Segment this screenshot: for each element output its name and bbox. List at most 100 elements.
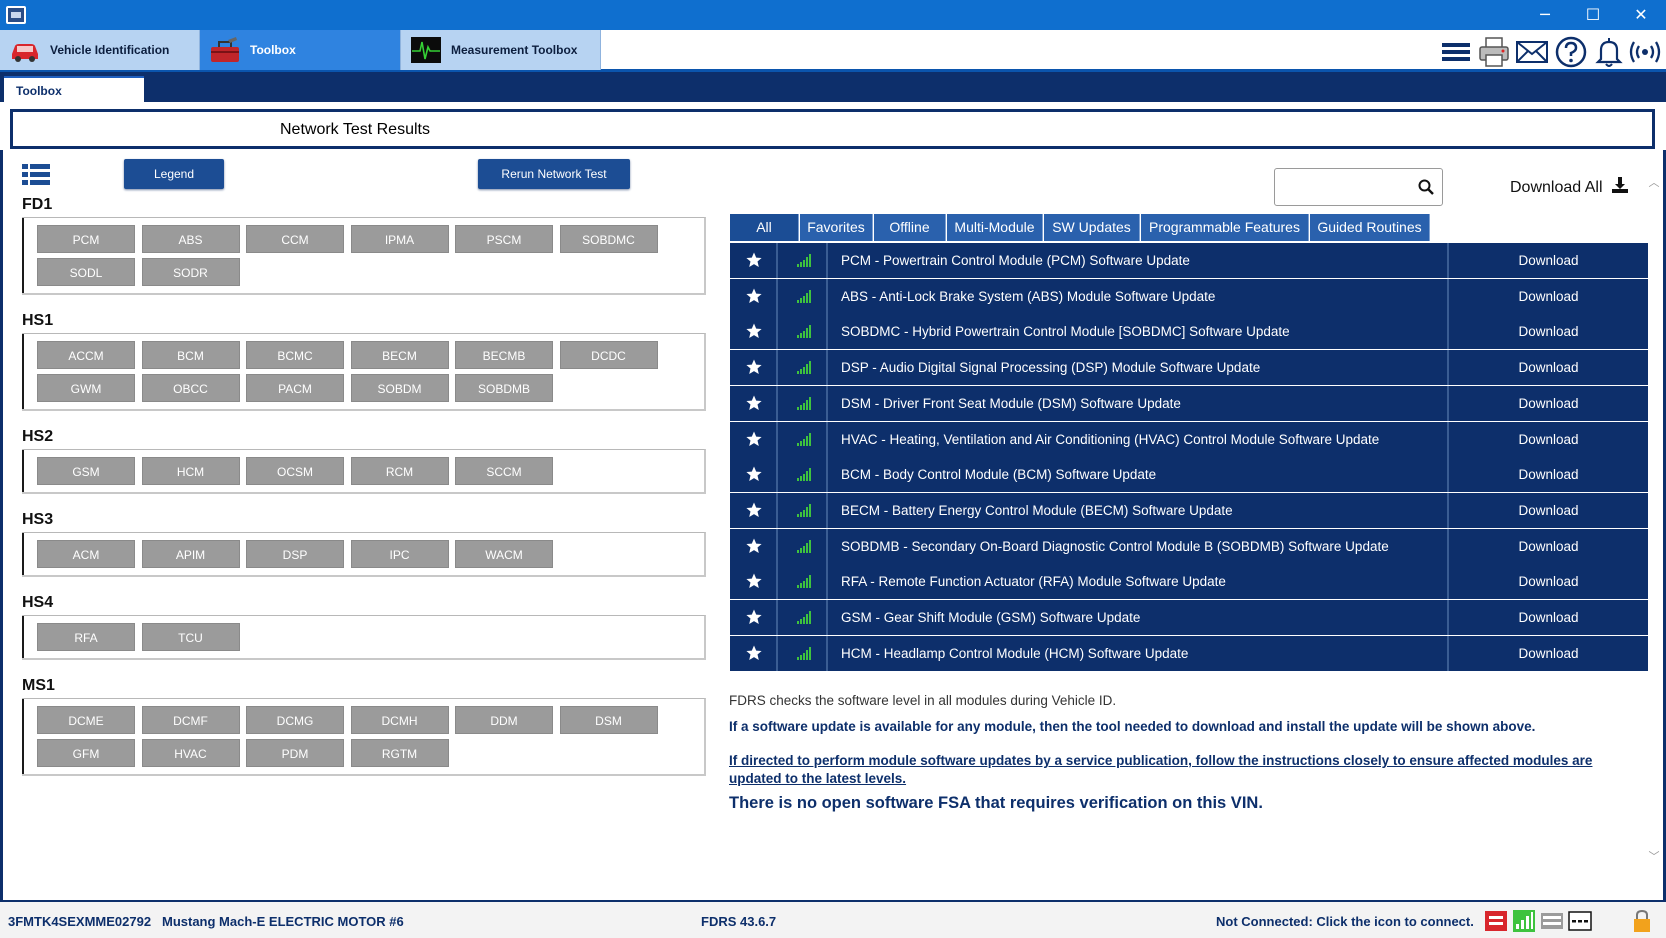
- favorite-toggle[interactable]: [730, 564, 778, 599]
- service-publication-link[interactable]: If directed to perform module software u…: [729, 752, 1631, 788]
- favorite-toggle[interactable]: [730, 636, 778, 671]
- favorite-toggle[interactable]: [730, 493, 778, 528]
- favorite-toggle[interactable]: [730, 386, 778, 421]
- module-button[interactable]: DCME: [37, 706, 135, 734]
- module-button[interactable]: APIM: [141, 540, 240, 568]
- module-button[interactable]: BECM: [350, 341, 449, 369]
- module-button[interactable]: DCMH: [350, 706, 449, 734]
- download-button[interactable]: Download: [1447, 636, 1648, 671]
- download-button[interactable]: Download: [1447, 243, 1648, 278]
- module-button[interactable]: BCM: [141, 341, 240, 369]
- filter-tab-offline[interactable]: Offline: [874, 214, 946, 241]
- signal-indicator: [780, 457, 828, 492]
- rerun-network-test-button[interactable]: Rerun Network Test: [478, 159, 630, 189]
- module-button[interactable]: ACCM: [37, 341, 135, 369]
- filter-tab-all[interactable]: All: [730, 214, 799, 241]
- module-button[interactable]: DSP: [246, 540, 344, 568]
- maximize-button[interactable]: ☐: [1570, 0, 1616, 30]
- module-button[interactable]: GWM: [37, 374, 135, 402]
- module-button[interactable]: PCM: [37, 225, 135, 253]
- download-button[interactable]: Download: [1447, 457, 1648, 492]
- favorite-toggle[interactable]: [730, 422, 778, 457]
- close-button[interactable]: ✕: [1618, 0, 1664, 30]
- download-button[interactable]: Download: [1447, 529, 1648, 564]
- lock-icon[interactable]: [1630, 909, 1654, 933]
- download-button[interactable]: Download: [1447, 386, 1648, 421]
- module-button[interactable]: SODL: [37, 258, 135, 286]
- download-button[interactable]: Download: [1447, 564, 1648, 599]
- favorite-toggle[interactable]: [730, 314, 778, 349]
- module-button[interactable]: DCMG: [246, 706, 344, 734]
- wireless-icon[interactable]: [1628, 35, 1662, 69]
- module-button[interactable]: RGTM: [350, 739, 449, 767]
- download-button[interactable]: Download: [1447, 314, 1648, 349]
- module-button[interactable]: DSM: [559, 706, 658, 734]
- network-box-edge: [22, 334, 24, 409]
- search-input[interactable]: [1281, 177, 1411, 197]
- bell-icon[interactable]: [1592, 35, 1626, 69]
- favorite-toggle[interactable]: [730, 457, 778, 492]
- module-button[interactable]: CCM: [246, 225, 344, 253]
- module-button[interactable]: SODR: [141, 258, 240, 286]
- vci-connect-icon[interactable]: [1484, 909, 1508, 933]
- module-button[interactable]: DDM: [455, 706, 553, 734]
- filter-tab-favorites[interactable]: Favorites: [800, 214, 873, 241]
- module-button[interactable]: BCMC: [246, 341, 344, 369]
- menu-icon[interactable]: [1439, 35, 1473, 69]
- download-button[interactable]: Download: [1447, 350, 1648, 385]
- scroll-down-arrow[interactable]: ﹀: [1647, 848, 1661, 863]
- network-box-edge: [22, 533, 24, 575]
- module-button[interactable]: GFM: [37, 739, 135, 767]
- printer-icon[interactable]: [1477, 35, 1511, 69]
- module-button[interactable]: IPC: [350, 540, 449, 568]
- module-button[interactable]: TCU: [141, 623, 240, 651]
- module-button[interactable]: SOBDMB: [455, 374, 553, 402]
- mail-icon[interactable]: [1515, 35, 1549, 69]
- download-button[interactable]: Download: [1447, 422, 1648, 457]
- favorite-toggle[interactable]: [730, 600, 778, 635]
- module-button[interactable]: ACM: [37, 540, 135, 568]
- module-button[interactable]: DCMF: [141, 706, 240, 734]
- filter-tab-programmable-features[interactable]: Programmable Features: [1141, 214, 1309, 241]
- tab-measurement-toolbox[interactable]: Measurement Toolbox: [401, 30, 601, 70]
- tab-toolbox-sub[interactable]: Toolbox: [4, 76, 144, 102]
- download-button[interactable]: Download: [1447, 279, 1648, 314]
- module-button[interactable]: PACM: [246, 374, 344, 402]
- module-button[interactable]: OBCC: [141, 374, 240, 402]
- module-button[interactable]: DCDC: [559, 341, 658, 369]
- filter-tab-guided-routines[interactable]: Guided Routines: [1310, 214, 1430, 241]
- download-button[interactable]: Download: [1447, 600, 1648, 635]
- module-button[interactable]: PSCM: [455, 225, 553, 253]
- download-all-button[interactable]: Download All: [1510, 176, 1629, 197]
- tab-toolbox[interactable]: Toolbox: [200, 30, 401, 70]
- module-button[interactable]: ABS: [141, 225, 240, 253]
- favorite-toggle[interactable]: [730, 350, 778, 385]
- module-button[interactable]: HVAC: [141, 739, 240, 767]
- module-button[interactable]: RCM: [350, 457, 449, 485]
- filter-tab-sw-updates[interactable]: SW Updates: [1044, 214, 1140, 241]
- module-button[interactable]: WACM: [455, 540, 553, 568]
- module-button[interactable]: BECMB: [455, 341, 553, 369]
- legend-button[interactable]: Legend: [124, 159, 224, 189]
- search-box[interactable]: [1274, 168, 1443, 206]
- list-view-icon[interactable]: [22, 163, 50, 187]
- module-button[interactable]: GSM: [37, 457, 135, 485]
- favorite-toggle[interactable]: [730, 529, 778, 564]
- search-icon[interactable]: [1418, 179, 1434, 195]
- module-button[interactable]: OCSM: [246, 457, 344, 485]
- favorite-toggle[interactable]: [730, 243, 778, 278]
- module-button[interactable]: SOBDM: [350, 374, 449, 402]
- favorite-toggle[interactable]: [730, 279, 778, 314]
- module-button[interactable]: SCCM: [455, 457, 553, 485]
- module-button[interactable]: HCM: [141, 457, 240, 485]
- help-icon[interactable]: [1554, 35, 1588, 69]
- module-button[interactable]: PDM: [246, 739, 344, 767]
- module-button[interactable]: SOBDMC: [559, 225, 658, 253]
- module-button[interactable]: RFA: [37, 623, 135, 651]
- filter-tab-multi-module[interactable]: Multi-Module: [947, 214, 1043, 241]
- minimize-button[interactable]: ─: [1522, 0, 1568, 30]
- scroll-up-arrow[interactable]: ︿: [1647, 174, 1661, 189]
- tab-vehicle-identification[interactable]: Vehicle Identification: [0, 30, 200, 70]
- download-button[interactable]: Download: [1447, 493, 1648, 528]
- module-button[interactable]: IPMA: [350, 225, 449, 253]
